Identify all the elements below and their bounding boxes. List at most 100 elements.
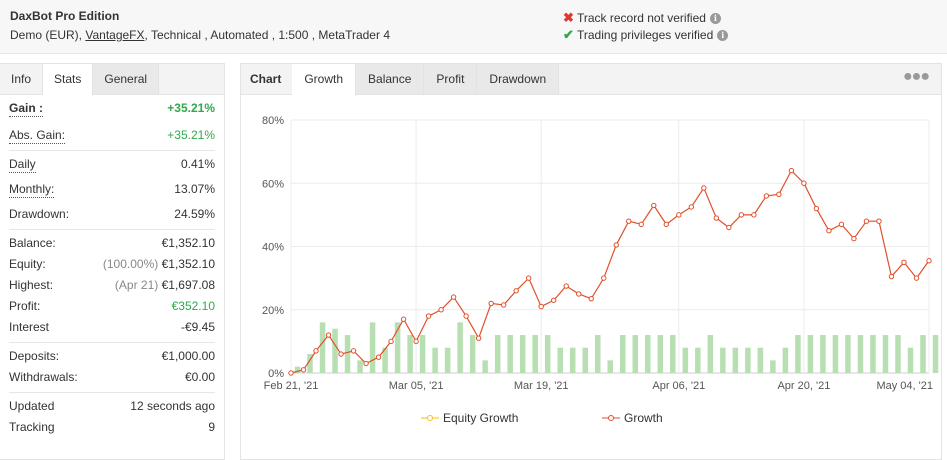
account-type: Demo (EUR), [10,28,83,42]
chart-bar [482,360,488,373]
y-tick-label: 40% [262,242,284,254]
legend-equity-growth[interactable]: Equity Growth [443,411,518,425]
chart-bar [770,360,776,373]
growth-point [913,275,920,281]
growth-point [651,202,657,209]
tracking-value: 9 [208,420,215,434]
chart-bar [920,335,926,373]
broker-link[interactable]: VantageFX [85,28,144,42]
growth-point [851,235,857,242]
trading-privileges-status: ✔ Trading privileges verified i [563,27,729,43]
growth-point [801,180,807,186]
daily-label[interactable]: Daily [9,157,36,173]
chart-bar [569,347,576,373]
profit-value: €352.10 [171,299,215,313]
tab-balance[interactable]: Balance [356,64,425,94]
stat-equity: Equity: (100.00%) €1,352.10 [9,254,215,275]
tab-general[interactable]: General [93,64,160,94]
chart-bar [807,335,814,373]
stat-drawdown: Drawdown: 24.59% [9,204,215,225]
stat-daily: Daily 0.41% [9,154,215,175]
growth-point [400,316,407,322]
growth-point [425,313,432,319]
growth-point [826,227,832,234]
chart-bar [932,335,939,373]
stat-abs-gain: Abs. Gain: +35.21% [9,125,215,146]
system-title: DaxBot Pro Edition [10,9,120,23]
gain-label[interactable]: Gain : [9,101,44,117]
growth-point [388,338,394,345]
profit-label: Profit: [9,299,41,313]
chart-bar [620,335,626,373]
tab-growth[interactable]: Growth [292,64,357,96]
chart-bar [682,347,689,373]
chart-bar [419,335,426,373]
tab-stats[interactable]: Stats [43,64,94,96]
chart-bar [369,322,376,373]
growth-point [863,218,870,224]
x-tick-label: Apr 20, '21 [777,380,830,392]
chart-bars [294,322,939,373]
equity-value: €1,352.10 [161,257,215,271]
highest-value-group: (Apr 21) €1,697.08 [115,275,215,296]
stats-list: Gain : +35.21% Abs. Gain: +35.21% Daily … [0,95,224,438]
equity-percent: (100.00%) [102,257,159,271]
chart-bar [645,335,651,373]
growth-point [626,218,632,224]
gain-value: +35.21% [167,101,215,115]
monthly-label[interactable]: Monthly: [9,182,55,198]
growth-point [413,338,419,345]
chart-bar [344,335,351,373]
x-tick-label: May 04, '21 [876,380,933,392]
growth-point [751,212,757,218]
stat-balance: Balance: €1,352.10 [9,233,215,254]
growth-point [738,212,745,218]
chart-bar [532,335,538,373]
deposits-label: Deposits: [9,349,60,363]
info-icon[interactable]: i [709,12,721,24]
growth-point [763,193,770,199]
chart-legend: Equity Growth Growth [421,411,663,425]
highest-date: (Apr 21) [114,278,159,292]
deposits-value: €1,000.00 [161,349,215,363]
chart-bar [857,335,864,373]
chart-bar [582,347,588,373]
divider [9,392,215,393]
abs-gain-label[interactable]: Abs. Gain: [9,128,66,144]
growth-point [676,212,682,218]
tab-info[interactable]: Info [0,64,44,94]
withdrawals-label: Withdrawals: [9,370,78,384]
x-mark-icon: ✖ [563,10,574,25]
growth-point [525,275,532,281]
growth-point [450,294,457,300]
highest-value: €1,697.08 [161,278,215,292]
tab-profit[interactable]: Profit [424,64,478,94]
account-header: DaxBot Pro Edition Demo (EUR), VantageFX… [0,0,947,54]
chart-bar [319,322,326,373]
y-tick-label: 20% [262,305,284,317]
growth-point [463,313,469,319]
interest-label: Interest [9,320,50,334]
chart-bar [882,335,889,373]
tab-chart[interactable]: Chart [241,64,293,94]
stat-monthly: Monthly: 13.07% [9,179,215,200]
chart-bar [795,335,801,373]
legend-growth[interactable]: Growth [624,411,663,425]
growth-point [926,258,932,264]
chart-bar [757,347,764,373]
chart-bar [832,335,839,373]
growth-point [338,351,344,357]
tab-drawdown[interactable]: Drawdown [477,64,560,94]
y-tick-label: 60% [262,178,284,190]
growth-point [300,367,307,373]
x-tick-label: Apr 06, '21 [652,380,705,392]
divider [9,342,215,343]
ellipsis-icon[interactable]: ●●● [903,68,930,86]
equity-value-group: (100.00%) €1,352.10 [103,254,215,275]
chart-bar [332,328,338,373]
chart-bar [720,347,726,373]
divider [9,150,215,151]
growth-point [876,218,882,224]
growth-point [813,205,820,212]
info-icon[interactable]: i [717,29,729,41]
